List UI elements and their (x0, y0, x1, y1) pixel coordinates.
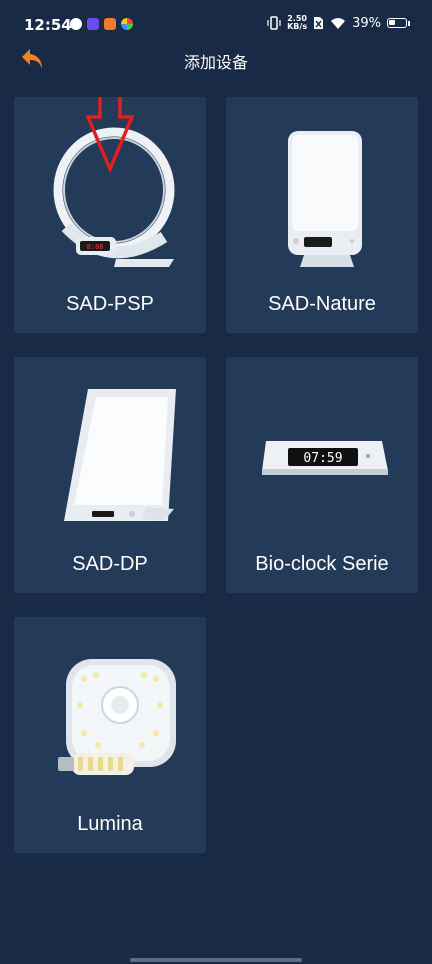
device-label-sad-dp: SAD-DP (72, 553, 148, 575)
battery-tip (408, 20, 410, 26)
device-image-sad-psp: 8:88 (53, 97, 175, 267)
status-indicators: 2.50 KB/s 39% (267, 15, 410, 31)
status-app-icons (70, 18, 133, 30)
device-label-bio-clock-serie: Bio-clock Serie (255, 553, 389, 575)
device-card-sad-psp[interactable]: 8:88 SAD-PSP (14, 97, 206, 333)
battery-percent: 39% (352, 15, 381, 31)
app-header: 添加设备 (0, 40, 432, 78)
device-card-sad-dp[interactable]: SAD-DP (14, 357, 206, 593)
status-time: 12:54 (24, 16, 72, 34)
device-card-bio-clock-serie[interactable]: 07:59 Bio-clock Serie (226, 357, 418, 593)
home-indicator[interactable] (130, 958, 302, 962)
app-notification-icon (87, 18, 99, 30)
app-notification-icon (70, 18, 82, 30)
device-image-bio-clock-serie: 07:59 (262, 441, 388, 475)
sim-no-signal-icon (314, 17, 324, 29)
network-speed-unit: KB/s (287, 22, 308, 31)
device-image-sad-dp (64, 389, 176, 521)
device-image-lumina (58, 659, 176, 775)
svg-text:07:59: 07:59 (303, 451, 342, 466)
device-card-lumina[interactable]: Lumina (14, 617, 206, 853)
device-label-sad-nature: SAD-Nature (268, 293, 376, 315)
device-label-lumina: Lumina (77, 813, 143, 835)
device-label-sad-psp: SAD-PSP (66, 293, 154, 315)
vibrate-icon (267, 16, 281, 30)
device-image-sad-nature (288, 131, 362, 267)
page-title: 添加设备 (183, 53, 248, 72)
wifi-icon (331, 17, 346, 29)
battery-icon (387, 18, 407, 28)
app-notification-icon (104, 18, 116, 30)
svg-text:8:88: 8:88 (87, 243, 104, 251)
app-notification-icon (121, 18, 133, 30)
device-card-sad-nature[interactable]: SAD-Nature (226, 97, 418, 333)
network-speed: 2.50 KB/s (287, 15, 307, 31)
